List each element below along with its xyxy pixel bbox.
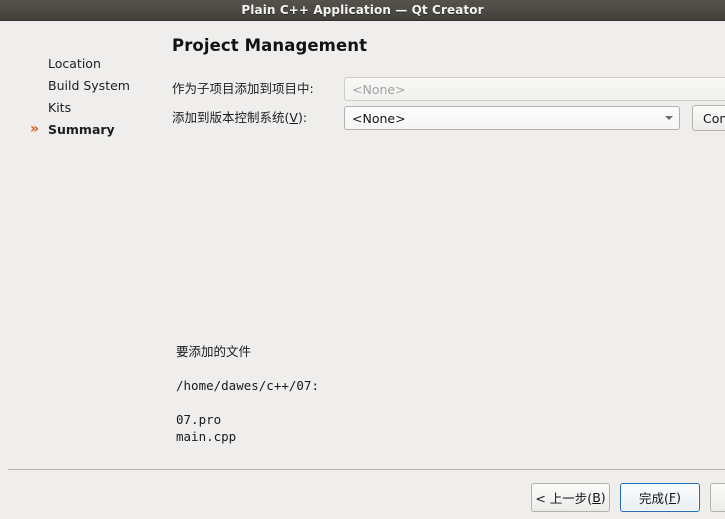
version-control-label: 添加到版本控制系统(V):	[172, 110, 308, 125]
finish-button[interactable]: 完成(F)	[620, 483, 700, 512]
sidebar-item-label: Location	[48, 55, 101, 71]
wizard-body: Location Build System Kits » Summary Pro…	[0, 21, 725, 519]
add-as-subproject-value: <None>	[352, 81, 406, 97]
version-control-value: <None>	[352, 110, 406, 126]
chevron-down-icon	[663, 106, 675, 130]
sidebar-item-build-system[interactable]: Build System	[30, 76, 130, 94]
files-to-add-summary: 要添加的文件 /home/dawes/c++/07: 07.pro main.c…	[176, 344, 319, 444]
sidebar-item-label: Summary	[48, 121, 115, 137]
add-as-subproject-combobox[interactable]: <None>	[344, 77, 725, 101]
wizard-step-sidebar: Location Build System Kits » Summary	[0, 21, 168, 461]
sidebar-item-kits[interactable]: Kits	[30, 98, 71, 116]
sidebar-item-location[interactable]: Location	[30, 54, 101, 72]
wizard-page: Project Management 作为子项目添加到项目中: <None> 添…	[168, 21, 725, 461]
window-title: Plain C++ Application — Qt Creator	[241, 3, 484, 17]
wizard-footer: < 上一步(B) 完成(F)	[0, 470, 725, 519]
page-title: Project Management	[172, 36, 368, 55]
add-as-subproject-label: 作为子项目添加到项目中:	[172, 81, 314, 96]
configure-button[interactable]: Conf	[692, 105, 725, 131]
back-button[interactable]: < 上一步(B)	[531, 483, 610, 512]
cancel-button[interactable]	[710, 483, 725, 512]
sidebar-item-summary[interactable]: » Summary	[30, 120, 115, 138]
version-control-combobox[interactable]: <None>	[344, 106, 680, 130]
sidebar-item-label: Build System	[48, 77, 130, 93]
current-step-chevron-icon: »	[30, 121, 40, 137]
window-titlebar: Plain C++ Application — Qt Creator	[0, 0, 725, 21]
sidebar-item-label: Kits	[48, 99, 72, 115]
